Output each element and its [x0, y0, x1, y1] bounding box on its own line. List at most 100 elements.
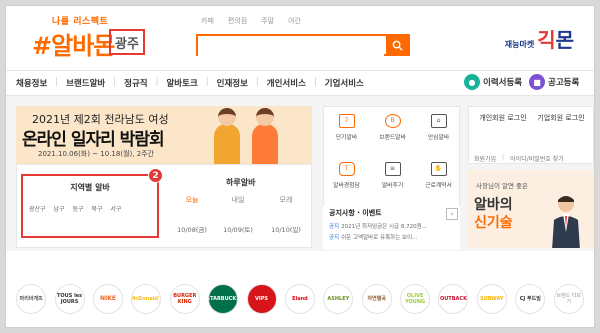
nav-item-brand[interactable]: 브랜드알바: [66, 77, 105, 89]
quick-link-cafe[interactable]: 카페: [201, 16, 214, 26]
region-selector[interactable]: 광주: [109, 29, 145, 55]
user-icon: ●: [464, 74, 480, 90]
day-jobs-tomorrow[interactable]: 내일 10/09(토): [218, 195, 258, 234]
brand-logo[interactable]: 자연별곡: [361, 283, 392, 314]
search-input[interactable]: [198, 39, 384, 58]
resume-register-button[interactable]: ● 이력서등록: [464, 74, 522, 90]
brand-logo[interactable]: OLIVE YOUNG: [400, 283, 431, 314]
gigmon-wordmark: 긱몬: [537, 28, 574, 52]
service-label: 단기알바: [335, 135, 358, 141]
brand-logo[interactable]: BURGER KING: [169, 283, 200, 314]
brand-logo[interactable]: ASHLEY: [323, 283, 354, 314]
service-brand[interactable]: B 브랜드알바: [370, 107, 415, 151]
business-login-button[interactable]: 기업회원 로그인: [533, 113, 589, 124]
brand-logo[interactable]: NIKE: [92, 283, 123, 314]
service-safe[interactable]: ⌂ 안심알바: [416, 107, 461, 151]
brand-logo[interactable]: Eland: [284, 283, 315, 314]
ad-line2: 알바의: [474, 197, 513, 213]
businessman-illustration: [552, 196, 580, 248]
lock-icon: ⌂: [430, 114, 447, 128]
talk-icon: T: [338, 162, 355, 176]
calendar-icon: 7: [338, 114, 355, 128]
brand-logo[interactable]: OUTBACK: [438, 283, 469, 314]
nav-divider: |: [155, 77, 159, 87]
main-nav: 채용정보 | 브랜드알바 | 정규직 | 알바토크 | 인재정보 | 개인서비스…: [6, 70, 594, 96]
brand-logo[interactable]: SUBWAY: [476, 283, 507, 314]
step-badge: 2: [148, 168, 163, 183]
brand-logo-row: 파리바게뜨 TOUS les JOURS NIKE McDonald's BUR…: [6, 268, 594, 327]
ad-line3: 신기술: [474, 215, 513, 231]
nav-item-personal[interactable]: 개인서비스: [267, 77, 306, 89]
job-post-button[interactable]: ■ 공고등록: [529, 74, 579, 90]
district-link[interactable]: 남구: [53, 204, 64, 213]
day-jobs-title: 하루알바: [226, 178, 256, 187]
quick-search-links: 카페 편의점 주말 야간: [201, 16, 301, 26]
personal-login-button[interactable]: 개인회원 로그인: [475, 113, 531, 124]
more-brands-button[interactable]: 브랜드 더보기: [553, 283, 584, 314]
notice-item[interactable]: 공지 2021년 최저임금은 시급 8,720원...: [329, 222, 427, 230]
notice-item[interactable]: 공지 쉬운 고액알바로 유혹하는 보이...: [329, 233, 417, 241]
district-link[interactable]: 광산구: [29, 204, 46, 213]
search-bar: [196, 34, 410, 58]
day-date: 10/10(일): [271, 226, 301, 234]
banner-woman-illustration: [252, 108, 278, 164]
nav-divider: |: [113, 77, 117, 87]
nav-item-talent[interactable]: 인재정보: [217, 77, 248, 89]
brand-logo[interactable]: STARBUCKS: [208, 283, 239, 314]
day-label: 내일: [231, 196, 245, 204]
albamon-logo[interactable]: #알바몬: [32, 26, 115, 61]
find-account-link[interactable]: 아이디/비밀번호 찾기: [510, 154, 564, 166]
service-label: 근로계약서: [425, 183, 452, 189]
district-link[interactable]: 동구: [72, 204, 83, 213]
nav-item-talk[interactable]: 알바토크: [166, 77, 197, 89]
resume-register-label: 이력서등록: [483, 78, 523, 88]
login-links: 회원가입 | 아이디/비밀번호 찾기: [468, 152, 594, 166]
nav-item-jobs[interactable]: 채용정보: [16, 77, 47, 89]
nav-divider: |: [205, 77, 209, 87]
quick-link-convenience[interactable]: 편의점: [228, 16, 247, 26]
day-jobs-day-after[interactable]: 모레 10/10(일): [266, 195, 306, 234]
page-frame: 나를 리스펙트 #알바몬 광주 카페 편의점 주말 야간 재능마켓 긱몬 채용정…: [5, 5, 595, 328]
brand-logo[interactable]: TOUS les JOURS: [54, 283, 85, 314]
notice-panel: 공지사항 · 이벤트 공지 2021년 최저임금은 시급 8,720원... 공지…: [323, 206, 460, 250]
district-link[interactable]: 서구: [110, 204, 121, 213]
banner-line3: 2021.10.06(화) ~ 10.18(월), 2주간: [38, 150, 155, 158]
document-icon: ■: [529, 74, 545, 90]
service-label: 알바경험담: [333, 183, 360, 189]
district-link[interactable]: 북구: [91, 204, 102, 213]
nav-divider: |: [313, 77, 317, 87]
service-review[interactable]: ≡ 알바후기: [370, 155, 415, 199]
nav-item-business[interactable]: 기업서비스: [325, 77, 364, 89]
gigmon-tagline: 재능마켓: [504, 40, 535, 49]
banner-woman-illustration: [214, 108, 240, 164]
gigmon-logo[interactable]: 재능마켓 긱몬: [505, 24, 574, 53]
day-date: 10/09(토): [223, 226, 253, 234]
region-jobs-title: 지역별 알바: [70, 183, 110, 192]
albamon-tech-ad[interactable]: 사장님이 알면 좋은 알바의 신기술: [468, 170, 594, 248]
day-label: 모레: [279, 196, 293, 204]
service-label: 알바후기: [381, 183, 404, 189]
quick-link-night[interactable]: 야간: [288, 16, 301, 26]
job-post-label: 공고등록: [548, 78, 580, 88]
nav-divider: |: [255, 77, 259, 87]
job-fair-banner[interactable]: 2021년 제2회 전라남도 여성 온라인 일자리 박람회 2021.10.06…: [16, 106, 312, 164]
ad-line1: 사장님이 알면 좋은: [476, 182, 528, 190]
search-button[interactable]: [386, 36, 408, 54]
nav-item-fulltime[interactable]: 정규직: [124, 77, 147, 89]
brand-logo[interactable]: 파리바게뜨: [16, 283, 47, 314]
brand-logo[interactable]: CJ 푸드빌: [515, 283, 546, 314]
day-jobs-today[interactable]: 오늘 10/08(금): [172, 195, 212, 234]
service-short-term[interactable]: 7 단기알바: [324, 107, 369, 151]
review-icon: ≡: [384, 162, 401, 176]
service-contract[interactable]: ✋ 근로계약서: [416, 155, 461, 199]
service-label: 안심알바: [427, 135, 450, 141]
region-jobs-box: 지역별 알바 광산구 · 남구 · 동구 · 북구 · 서구: [21, 174, 159, 238]
service-experience[interactable]: T 알바경험담: [324, 155, 369, 199]
banner-line2: 온라인 일자리 박람회: [22, 130, 165, 150]
join-link[interactable]: 회원가입: [474, 154, 496, 166]
quick-link-weekend[interactable]: 주말: [261, 16, 274, 26]
nav-divider: |: [55, 77, 59, 87]
brand-logo[interactable]: McDonald's: [131, 283, 162, 314]
notice-next-arrow-icon[interactable]: ›: [446, 208, 458, 220]
brand-logo[interactable]: VIPS: [246, 283, 277, 314]
